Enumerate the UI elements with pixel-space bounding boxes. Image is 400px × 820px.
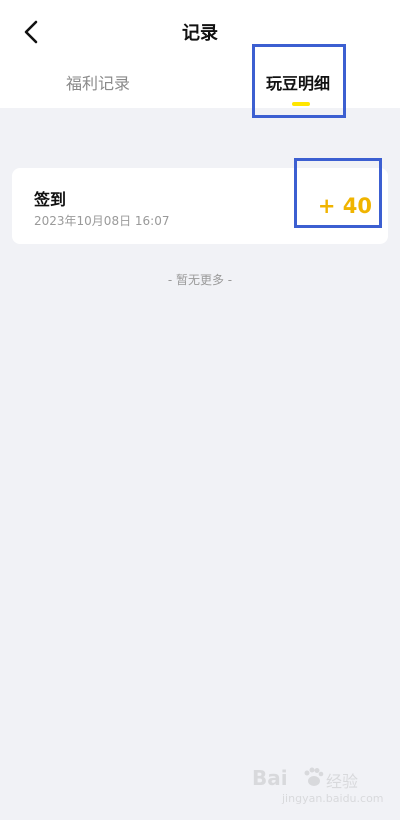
watermark-url: jingyan.baidu.com — [282, 792, 384, 805]
highlight-box-tab — [252, 44, 346, 118]
record-title: 签到 — [34, 190, 67, 209]
list-end-text: - 暂无更多 - — [167, 273, 233, 287]
watermark-brand-suffix: 经验 — [326, 772, 359, 791]
record-time: 2023年10月08日 16:07 — [34, 214, 170, 228]
watermark-brand: Bai — [252, 766, 288, 790]
highlight-box-amount — [294, 158, 382, 228]
paw-icon — [304, 767, 324, 786]
watermark: Bai 经验 jingyan.baidu.com — [252, 766, 392, 810]
page-title: 记录 — [182, 23, 218, 44]
tab-welfare-records[interactable]: 福利记录 — [66, 70, 130, 94]
